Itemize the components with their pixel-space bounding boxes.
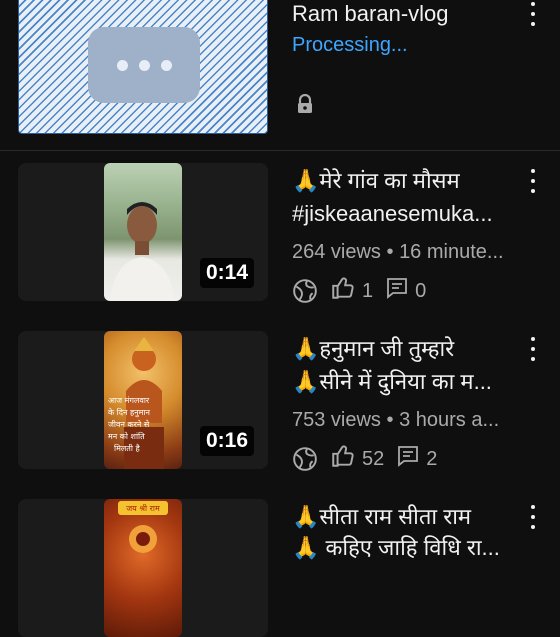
globe-icon bbox=[292, 446, 318, 472]
video-thumbnail[interactable]: जय श्री राम bbox=[18, 499, 268, 637]
thumbnail-image: जय श्री राम bbox=[104, 499, 182, 637]
video-item[interactable]: 0:14 🙏मेरे गांव का मौसम #jiskeaanesemuka… bbox=[0, 163, 560, 313]
divider bbox=[0, 150, 560, 151]
like-count: 52 bbox=[330, 443, 384, 475]
more-horizontal-icon bbox=[88, 27, 200, 103]
video-meta: 753 views • 3 hours a... bbox=[292, 409, 518, 432]
like-count-value: 1 bbox=[362, 279, 374, 302]
upload-time: 16 minute... bbox=[399, 241, 504, 263]
video-title-line2[interactable]: 🙏 कहिए जाहि विधि रा... bbox=[292, 532, 522, 563]
comment-count-value: 2 bbox=[426, 447, 438, 470]
view-count: 264 views bbox=[292, 241, 381, 263]
thumbs-up-icon bbox=[330, 275, 356, 307]
video-title-line2[interactable]: #jiskeaanesemuka... bbox=[292, 198, 522, 229]
more-vertical-icon[interactable] bbox=[526, 337, 540, 361]
video-title-line2[interactable]: 🙏सीने में दुनिया का म... bbox=[292, 366, 522, 397]
upload-time: 3 hours a... bbox=[399, 409, 500, 431]
more-vertical-icon[interactable] bbox=[526, 169, 540, 193]
more-vertical-icon[interactable] bbox=[526, 2, 540, 26]
meta-separator: • bbox=[380, 241, 400, 263]
video-thumbnail[interactable]: 0:14 bbox=[18, 163, 268, 301]
video-title: Ram baran-vlog bbox=[292, 1, 449, 26]
video-stats: 52 2 bbox=[292, 443, 449, 475]
video-meta: 264 views • 16 minute... bbox=[292, 241, 518, 264]
video-duration: 0:16 bbox=[199, 426, 254, 456]
like-count-value: 52 bbox=[362, 447, 385, 470]
video-thumbnail[interactable]: आज मंगलवार के दिन हनुमान जीवन करने से मन… bbox=[18, 331, 268, 469]
processing-status: Processing... bbox=[292, 34, 408, 56]
comment-icon bbox=[396, 444, 420, 474]
globe-icon bbox=[292, 278, 318, 304]
video-stats: 1 0 bbox=[292, 275, 438, 307]
thumbnail-text: जय श्री राम bbox=[126, 503, 160, 513]
video-title-line1[interactable]: 🙏हनुमान जी तुम्हारे bbox=[292, 333, 522, 364]
processing-video-item[interactable]: Ram baran-vlog Processing... bbox=[0, 0, 560, 150]
comment-count-value: 0 bbox=[415, 279, 427, 302]
video-title-line1[interactable]: 🙏मेरे गांव का मौसम bbox=[292, 165, 522, 196]
comment-count: 0 bbox=[385, 276, 426, 306]
like-count: 1 bbox=[330, 275, 373, 307]
thumbs-up-icon bbox=[330, 443, 356, 475]
video-title-line1[interactable]: 🙏सीता राम सीता राम bbox=[292, 501, 522, 532]
comment-icon bbox=[385, 276, 409, 306]
thumbnail-text: आज मंगलवार bbox=[108, 396, 150, 405]
comment-count: 2 bbox=[396, 444, 437, 474]
video-item[interactable]: जय श्री राम 🙏सीता राम सीता राम 🙏 कहिए जा… bbox=[0, 499, 560, 637]
video-duration: 0:14 bbox=[199, 258, 254, 288]
processing-thumbnail[interactable] bbox=[18, 0, 268, 134]
svg-text:मिलती है: मिलती है bbox=[114, 443, 140, 453]
lock-icon bbox=[296, 93, 314, 119]
thumbnail-image: आज मंगलवार के दिन हनुमान जीवन करने से मन… bbox=[104, 331, 182, 469]
more-vertical-icon[interactable] bbox=[526, 505, 540, 529]
thumbnail-image bbox=[104, 163, 182, 301]
meta-separator: • bbox=[380, 409, 400, 431]
svg-text:के दिन हनुमान: के दिन हनुमान bbox=[108, 407, 151, 418]
svg-text:मन को शांति: मन को शांति bbox=[108, 431, 145, 441]
view-count: 753 views bbox=[292, 409, 381, 431]
svg-text:जीवन करने से: जीवन करने से bbox=[108, 419, 150, 429]
video-item[interactable]: आज मंगलवार के दिन हनुमान जीवन करने से मन… bbox=[0, 331, 560, 481]
